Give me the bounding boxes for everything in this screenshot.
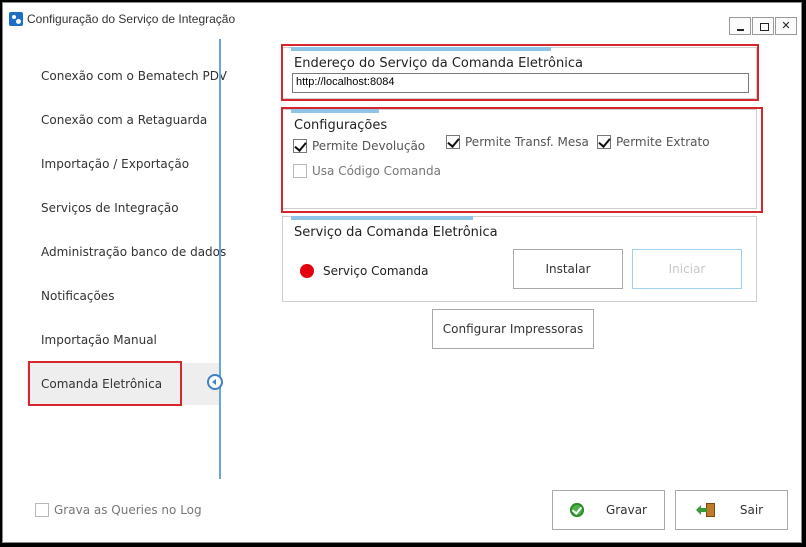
close-button[interactable]: ✕ bbox=[775, 17, 797, 35]
configure-printers-button[interactable]: Configurar Impressoras bbox=[432, 309, 594, 349]
config-window: Configuração do Serviço de Integração ✕ … bbox=[2, 2, 802, 543]
service-status-icon bbox=[300, 264, 314, 278]
sidebar-item-bematech-pdv[interactable]: Conexão com o Bematech PDV bbox=[41, 69, 227, 83]
save-button[interactable]: Gravar bbox=[552, 490, 665, 530]
minimize-button[interactable] bbox=[729, 17, 751, 35]
sidebar-item-retaguarda[interactable]: Conexão com a Retaguarda bbox=[41, 113, 207, 127]
install-button-label: Instalar bbox=[545, 262, 591, 276]
config-highlight bbox=[281, 107, 763, 213]
active-item-highlight bbox=[28, 361, 182, 406]
maximize-button[interactable] bbox=[752, 17, 774, 35]
exit-door-icon bbox=[695, 502, 716, 518]
exit-button-label: Sair bbox=[739, 503, 764, 517]
sidebar-item-import-export[interactable]: Importação / Exportação bbox=[41, 157, 189, 171]
checkbox-box[interactable] bbox=[35, 503, 49, 517]
save-button-label: Gravar bbox=[606, 503, 647, 517]
sidebar-divider bbox=[219, 39, 221, 479]
log-queries-checkbox[interactable]: Grava as Queries no Log bbox=[35, 503, 202, 517]
install-button[interactable]: Instalar bbox=[513, 249, 623, 289]
checkbox-label: Grava as Queries no Log bbox=[54, 503, 202, 517]
group-accent bbox=[291, 216, 473, 220]
service-group-title: Serviço da Comanda Eletrônica bbox=[294, 225, 498, 240]
start-button[interactable]: Iniciar bbox=[632, 249, 742, 289]
close-icon: ✕ bbox=[781, 19, 791, 32]
configure-printers-label: Configurar Impressoras bbox=[442, 322, 584, 336]
check-circle-icon bbox=[570, 503, 584, 517]
title-bar[interactable]: Configuração do Serviço de Integração ✕ bbox=[3, 3, 801, 35]
sidebar-item-notifications[interactable]: Notificações bbox=[41, 289, 114, 303]
window-title: Configuração do Serviço de Integração bbox=[27, 12, 236, 26]
exit-button[interactable]: Sair bbox=[675, 490, 788, 530]
window-controls: ✕ bbox=[728, 17, 797, 35]
app-icon bbox=[9, 12, 23, 26]
service-status-label: Serviço Comanda bbox=[323, 264, 429, 278]
start-button-label: Iniciar bbox=[668, 262, 706, 276]
sidebar-item-integration-services[interactable]: Serviços de Integração bbox=[41, 201, 179, 215]
address-highlight bbox=[281, 44, 759, 101]
collapse-sidebar-icon[interactable] bbox=[207, 374, 223, 390]
sidebar-item-database-admin[interactable]: Administração banco de dados bbox=[41, 245, 226, 259]
sidebar-item-manual-import[interactable]: Importação Manual bbox=[41, 333, 157, 347]
